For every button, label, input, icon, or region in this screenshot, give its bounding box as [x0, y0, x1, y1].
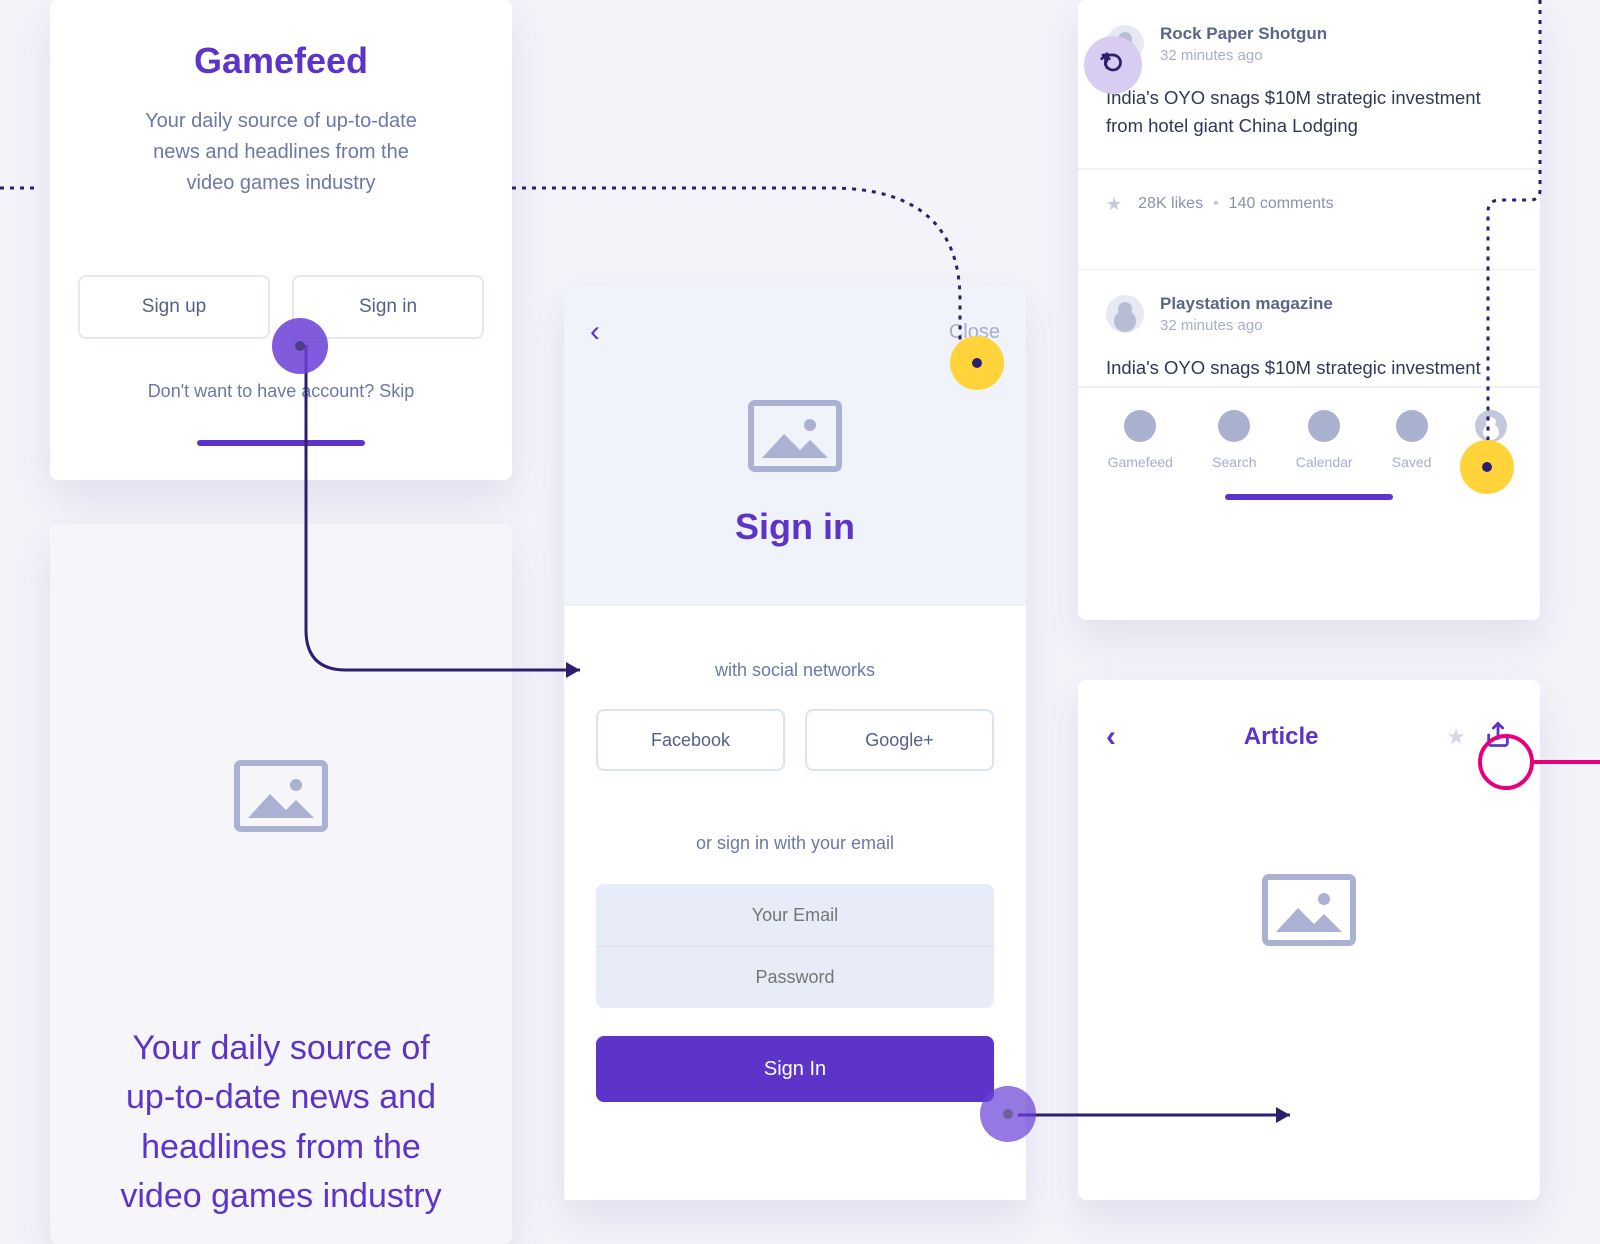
sign-in-screen: ‹ Close Sign in with social networks Fac… — [564, 286, 1026, 1200]
image-placeholder-icon — [748, 400, 842, 472]
tab-search[interactable]: Search — [1212, 410, 1256, 470]
password-input[interactable] — [596, 946, 994, 1008]
likes-count: 28K likes — [1138, 195, 1203, 213]
feed-time: 32 minutes ago — [1160, 317, 1333, 334]
image-placeholder-icon — [234, 760, 328, 832]
feed-item[interactable]: Playstation magazine 32 minutes ago Indi… — [1078, 269, 1540, 387]
welcome-screen: Gamefeed Your daily source of up-to-date… — [50, 0, 512, 480]
onboarding-screen: Your daily source of up-to-date news and… — [50, 524, 512, 1244]
highlight-ring-icon — [1478, 734, 1534, 790]
home-indicator — [197, 440, 365, 446]
upload-badge-icon — [1084, 36, 1142, 94]
avatar-icon — [1106, 295, 1144, 333]
article-screen: ‹ Article ★ — [1078, 680, 1540, 1200]
flow-target-icon — [950, 336, 1004, 390]
feed-meta: ★ 28K likes • 140 comments — [1078, 169, 1540, 239]
back-chevron-icon[interactable]: ‹ — [1106, 720, 1116, 754]
flow-target-icon — [1460, 440, 1514, 494]
tab-saved[interactable]: Saved — [1392, 410, 1432, 470]
image-placeholder-icon — [1262, 874, 1356, 946]
feed-headline: India's OYO snags $10M strategic investm… — [1106, 84, 1512, 168]
sign-in-title: Sign in — [590, 506, 1000, 606]
comments-count: 140 comments — [1229, 195, 1334, 213]
social-label: with social networks — [596, 660, 994, 681]
feed-source: Rock Paper Shotgun — [1160, 24, 1327, 44]
flow-anchor-icon — [272, 318, 328, 374]
feed-headline: India's OYO snags $10M strategic investm… — [1106, 354, 1512, 386]
app-title: Gamefeed — [50, 40, 512, 82]
submit-sign-in-button[interactable]: Sign In — [596, 1036, 994, 1102]
tab-calendar[interactable]: Calendar — [1296, 410, 1353, 470]
favorite-star-icon[interactable]: ★ — [1446, 724, 1466, 750]
home-indicator — [1225, 494, 1393, 500]
article-title: Article — [1244, 723, 1319, 751]
onboarding-slogan: Your daily source of up-to-date news and… — [50, 1024, 512, 1221]
sign-up-button[interactable]: Sign up — [78, 275, 270, 339]
app-subtitle: Your daily source of up-to-date news and… — [50, 106, 512, 199]
google-button[interactable]: Google+ — [805, 709, 994, 771]
star-icon[interactable]: ★ — [1106, 194, 1122, 215]
facebook-button[interactable]: Facebook — [596, 709, 785, 771]
back-chevron-icon[interactable]: ‹ — [590, 315, 600, 349]
email-input[interactable] — [596, 884, 994, 946]
feed-source: Playstation magazine — [1160, 294, 1333, 314]
feed-item[interactable]: Rock Paper Shotgun 32 minutes ago India'… — [1078, 0, 1540, 169]
tab-gamefeed[interactable]: Gamefeed — [1108, 410, 1173, 470]
flow-anchor-icon — [980, 1086, 1036, 1142]
feed-time: 32 minutes ago — [1160, 47, 1327, 64]
skip-link[interactable]: Don't want to have account? Skip — [50, 381, 512, 402]
feed-screen: Rock Paper Shotgun 32 minutes ago India'… — [1078, 0, 1540, 620]
or-label: or sign in with your email — [596, 833, 994, 854]
